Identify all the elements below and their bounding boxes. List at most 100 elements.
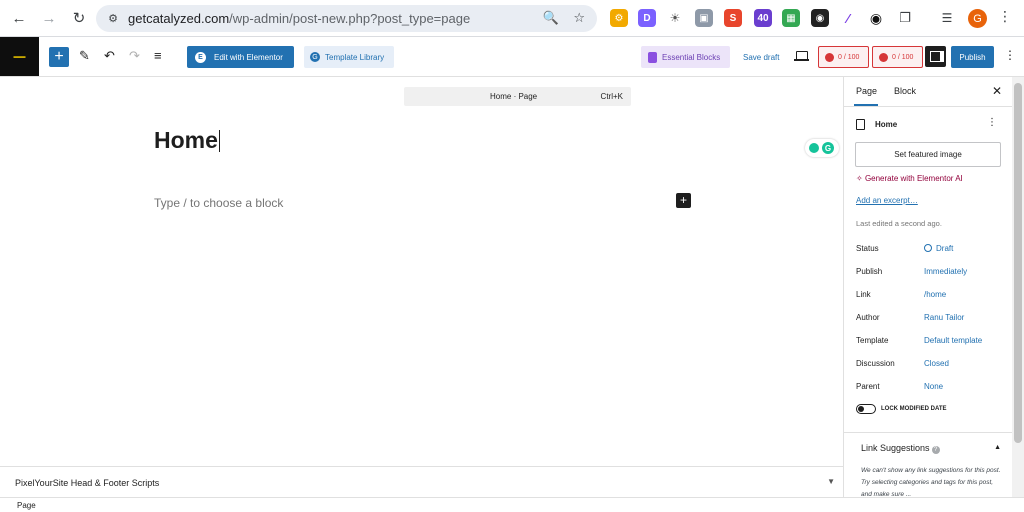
- url-text[interactable]: getcatalyzed.com/wp-admin/post-new.php?p…: [128, 11, 470, 26]
- profile-avatar[interactable]: G: [968, 9, 987, 28]
- url-host: getcatalyzed.com: [128, 11, 230, 26]
- tab-page[interactable]: Page: [853, 86, 879, 106]
- site-logo[interactable]: ▬▬: [0, 37, 39, 76]
- set-featured-image-button[interactable]: Set featured image: [855, 142, 1001, 167]
- reading-list-icon[interactable]: ☰: [938, 9, 956, 27]
- essential-blocks-button[interactable]: Essential Blocks: [641, 46, 730, 68]
- bookmark-star-icon[interactable]: ☆: [573, 10, 585, 26]
- publish-label: Publish: [856, 267, 883, 276]
- chevron-up-icon[interactable]: ▲: [994, 444, 1001, 451]
- site-info-icon[interactable]: ⚙: [105, 11, 121, 27]
- editor-canvas[interactable]: Home · Page Ctrl+K Home G Type / to choo…: [0, 77, 843, 466]
- seo-score-badge[interactable]: 0 / 100: [818, 46, 869, 68]
- forward-icon[interactable]: →: [36, 5, 62, 31]
- lock-modified-date-row: LOCK MODIFIED DATE: [856, 404, 947, 414]
- command-palette-bar[interactable]: Home · Page Ctrl+K: [404, 87, 631, 106]
- scrollbar-thumb[interactable]: [1014, 83, 1022, 443]
- add-excerpt-link[interactable]: Add an excerpt…: [856, 196, 918, 205]
- redo-icon[interactable]: ↷: [129, 48, 140, 64]
- template-library-icon: G: [310, 52, 320, 62]
- discussion-value[interactable]: Closed: [924, 359, 949, 368]
- parent-label: Parent: [856, 382, 880, 391]
- last-edited-text: Last edited a second ago.: [856, 219, 942, 228]
- extension-circle-icon[interactable]: ◉: [867, 9, 885, 27]
- document-title: Home: [875, 120, 898, 129]
- extension-s-icon[interactable]: S: [724, 9, 742, 27]
- document-overview-icon[interactable]: ≡: [154, 48, 162, 63]
- seo-score-icon: [825, 52, 834, 62]
- readability-score-icon: [879, 52, 888, 62]
- extension-d-icon[interactable]: D: [638, 9, 656, 27]
- chevron-down-icon[interactable]: ▼: [827, 477, 835, 486]
- pixelyoursite-metabox[interactable]: PixelYourSite Head & Footer Scripts ▼: [0, 466, 843, 497]
- back-icon[interactable]: ←: [6, 5, 32, 31]
- template-label: Template: [856, 336, 889, 345]
- browser-menu-icon[interactable]: ⋮: [998, 8, 1012, 25]
- help-icon[interactable]: ?: [931, 446, 940, 454]
- status-value-text: Draft: [936, 244, 954, 253]
- extension-sun-icon[interactable]: ☀: [666, 9, 684, 27]
- editor-header: ▬▬ + ✎ ↶ ↷ ≡ E Edit with Elementor G Tem…: [0, 37, 1024, 77]
- sidebar-tabs: Page Block ✕: [844, 77, 1012, 107]
- seo-score-text: 0 / 100: [838, 53, 860, 61]
- template-library-button[interactable]: G Template Library: [304, 46, 394, 68]
- lock-modified-date-label: LOCK MODIFIED DATE: [881, 406, 947, 412]
- parent-value[interactable]: None: [924, 382, 943, 391]
- options-menu-icon[interactable]: ⋮: [1004, 48, 1016, 62]
- editor-footer: Page: [0, 497, 1024, 512]
- author-label: Author: [856, 313, 880, 322]
- lock-modified-date-toggle[interactable]: [856, 404, 876, 414]
- tools-pencil-icon[interactable]: ✎: [79, 48, 90, 64]
- block-inserter-button[interactable]: +: [49, 47, 69, 67]
- page-icon: [856, 119, 865, 130]
- extension-mask-icon[interactable]: ◉: [811, 9, 829, 27]
- edit-with-elementor-button[interactable]: E Edit with Elementor: [187, 46, 294, 68]
- settings-sidebar-toggle[interactable]: [925, 46, 946, 67]
- save-draft-button[interactable]: Save draft: [743, 53, 779, 62]
- add-block-icon[interactable]: +: [676, 193, 691, 208]
- post-title-field[interactable]: Home: [154, 127, 220, 154]
- undo-icon[interactable]: ↶: [104, 48, 115, 64]
- extension-pen-icon[interactable]: ⁄: [839, 9, 857, 27]
- generate-elementor-ai-link[interactable]: ✧ Generate with Elementor AI: [856, 174, 963, 183]
- footer-breadcrumb[interactable]: Page: [17, 501, 36, 510]
- document-summary: Home: [856, 119, 897, 130]
- extension-gear-icon[interactable]: ⚙: [610, 9, 628, 27]
- discussion-label: Discussion: [856, 359, 895, 368]
- author-value[interactable]: Ranu Tailor: [924, 313, 964, 322]
- tab-block[interactable]: Block: [894, 86, 916, 96]
- sparkle-icon: ✧: [856, 174, 863, 183]
- grammarly-widget[interactable]: G: [805, 139, 839, 157]
- link-value[interactable]: /home: [924, 290, 946, 299]
- template-library-label: Template Library: [325, 52, 385, 62]
- sidebar-scrollbar[interactable]: [1012, 77, 1024, 497]
- zoom-icon[interactable]: 🔍: [543, 10, 559, 26]
- extension-grid-icon[interactable]: ▦: [782, 9, 800, 27]
- publish-button[interactable]: Publish: [951, 46, 994, 68]
- extension-image-icon[interactable]: ▣: [695, 9, 713, 27]
- status-value[interactable]: Draft: [924, 244, 953, 253]
- close-icon[interactable]: ✕: [992, 84, 1002, 98]
- link-suggestions-title[interactable]: Link Suggestions?: [861, 443, 940, 454]
- status-label: Status: [856, 244, 879, 253]
- link-suggestions-body: We can't show any link suggestions for t…: [861, 467, 1001, 497]
- link-suggestions-panel: Link Suggestions? ▲ We can't show any li…: [844, 432, 1012, 497]
- command-bar-title: Home · Page: [490, 92, 538, 101]
- reload-icon[interactable]: ↻: [66, 5, 92, 31]
- text-caret: [218, 130, 220, 152]
- extension-badge-icon[interactable]: 40: [754, 9, 772, 27]
- command-bar-shortcut: Ctrl+K: [600, 92, 623, 101]
- extensions-puzzle-icon[interactable]: ❐: [896, 9, 914, 27]
- preview-icon[interactable]: [794, 51, 809, 61]
- browser-toolbar: ← → ↻ ⚙ getcatalyzed.com/wp-admin/post-n…: [0, 0, 1024, 37]
- document-actions-icon[interactable]: ⋮: [987, 117, 997, 128]
- post-title-text: Home: [154, 127, 218, 153]
- publish-value[interactable]: Immediately: [924, 267, 967, 276]
- template-value[interactable]: Default template: [924, 336, 982, 345]
- readability-score-badge[interactable]: 0 / 100: [872, 46, 923, 68]
- address-bar[interactable]: ⚙ getcatalyzed.com/wp-admin/post-new.php…: [96, 5, 597, 32]
- link-label: Link: [856, 290, 871, 299]
- settings-sidebar: Page Block ✕ Home ⋮ Set featured image ✧…: [843, 77, 1012, 497]
- block-placeholder[interactable]: Type / to choose a block: [154, 196, 283, 210]
- draft-status-icon: [924, 244, 932, 252]
